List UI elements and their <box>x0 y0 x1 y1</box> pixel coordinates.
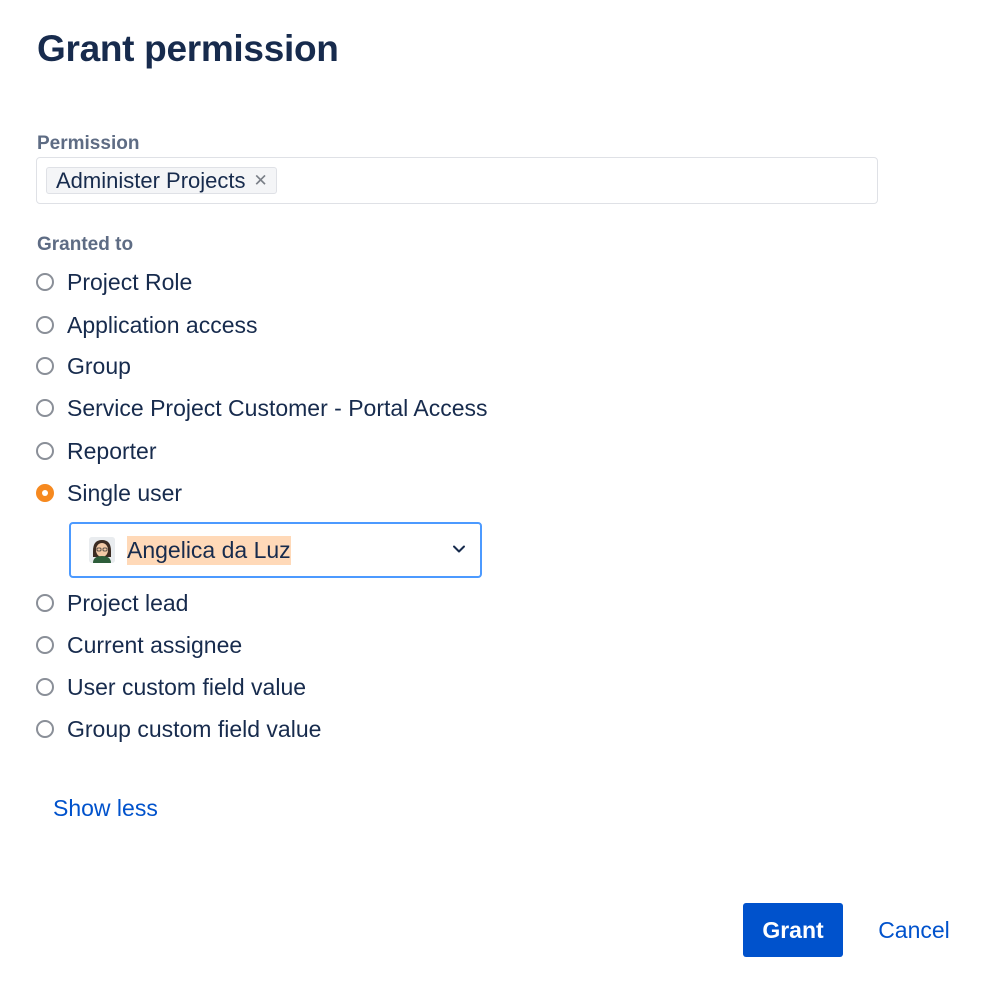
cancel-button[interactable]: Cancel <box>870 903 958 957</box>
radio-label: Single user <box>67 479 183 506</box>
radio-button[interactable] <box>36 357 54 375</box>
radio-project-lead[interactable]: Project lead <box>36 588 188 618</box>
chevron-down-icon[interactable] <box>452 542 466 556</box>
permission-label: Permission <box>37 133 140 154</box>
radio-reporter[interactable]: Reporter <box>36 436 156 466</box>
radio-service-project-customer[interactable]: Service Project Customer - Portal Access <box>36 393 488 423</box>
radio-project-role[interactable]: Project Role <box>36 267 192 297</box>
radio-button[interactable] <box>36 442 54 460</box>
radio-button-checked[interactable] <box>36 484 54 502</box>
radio-label: Project Role <box>67 268 193 295</box>
granted-to-label: Granted to <box>37 234 134 255</box>
radio-label: Application access <box>67 311 258 338</box>
grant-button[interactable]: Grant <box>743 903 843 957</box>
radio-current-assignee[interactable]: Current assignee <box>36 630 242 660</box>
radio-group[interactable]: Group <box>36 351 131 381</box>
radio-button[interactable] <box>36 273 54 291</box>
radio-user-custom-field-value[interactable]: User custom field value <box>36 672 306 702</box>
remove-tag-icon[interactable]: ✕ <box>254 172 268 189</box>
radio-label: Reporter <box>67 437 157 464</box>
radio-label: Group <box>67 352 131 379</box>
radio-application-access[interactable]: Application access <box>36 310 258 340</box>
radio-label: Project lead <box>67 589 189 616</box>
selected-user-name: Angelica da Luz <box>127 535 291 565</box>
radio-label: Current assignee <box>67 631 243 658</box>
radio-button[interactable] <box>36 678 54 696</box>
radio-label: Group custom field value <box>67 715 322 742</box>
show-less-link[interactable]: Show less <box>53 795 158 822</box>
radio-button[interactable] <box>36 594 54 612</box>
single-user-select[interactable]: Angelica da Luz <box>69 522 482 578</box>
radio-button[interactable] <box>36 399 54 417</box>
radio-group-custom-field-value[interactable]: Group custom field value <box>36 714 321 744</box>
permission-tag-label: Administer Projects <box>56 167 246 193</box>
radio-single-user[interactable]: Single user <box>36 478 182 508</box>
user-avatar <box>89 537 115 563</box>
radio-button[interactable] <box>36 636 54 654</box>
permission-tag: Administer Projects ✕ <box>46 167 277 194</box>
permission-field[interactable]: Administer Projects ✕ <box>36 157 878 204</box>
radio-label: User custom field value <box>67 673 307 700</box>
dialog-title: Grant permission <box>37 28 339 69</box>
radio-button[interactable] <box>36 720 54 738</box>
radio-button[interactable] <box>36 316 54 334</box>
radio-label: Service Project Customer - Portal Access <box>67 394 488 421</box>
